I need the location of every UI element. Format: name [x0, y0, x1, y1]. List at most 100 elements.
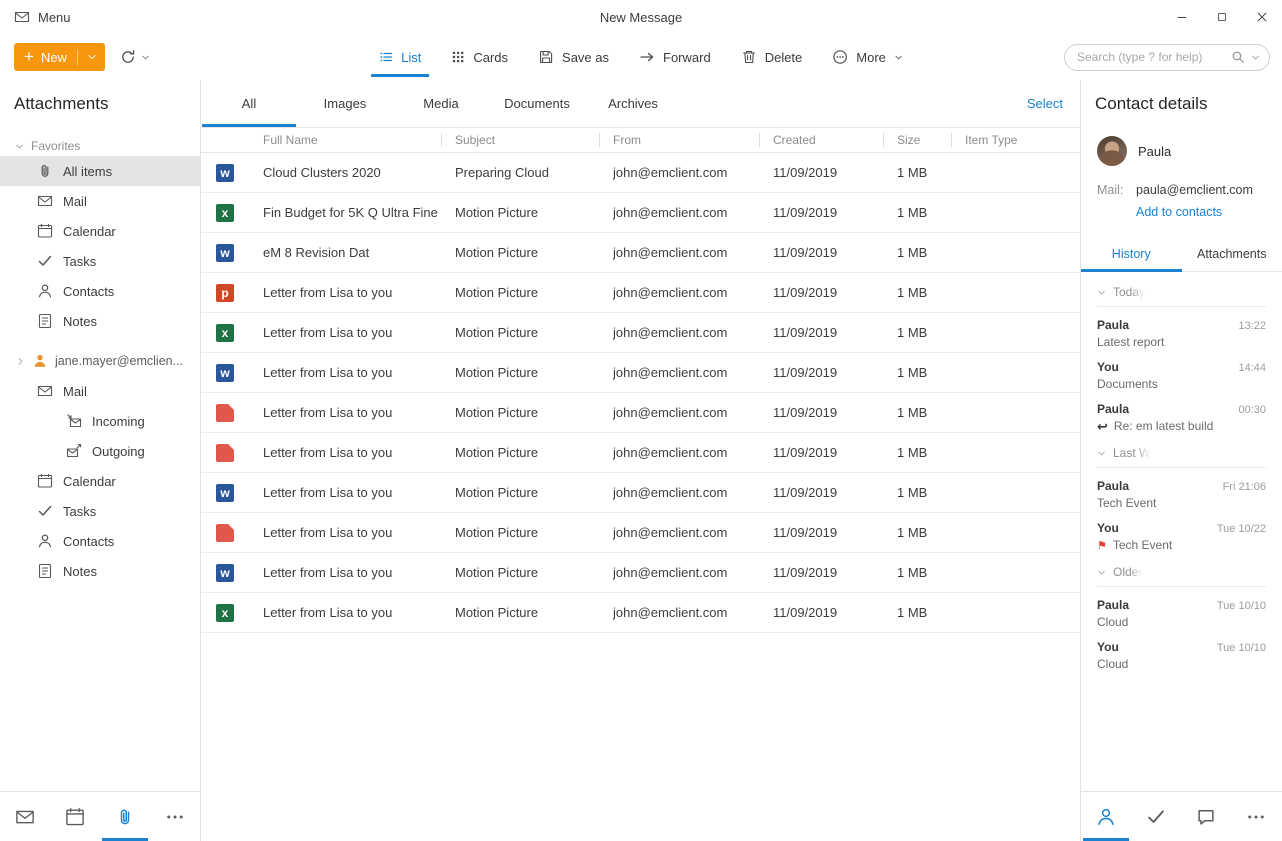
dock-mail-button[interactable]: [0, 792, 50, 841]
search-input[interactable]: [1077, 50, 1225, 64]
history-item[interactable]: YouTue 10/10 Cloud: [1097, 629, 1266, 671]
chat-bubble-icon: [1196, 807, 1216, 827]
toolbar-action-cards[interactable]: Cards: [436, 34, 523, 80]
account-item-contacts[interactable]: Contacts: [0, 526, 200, 556]
tasks-check-icon: [37, 503, 53, 519]
account-avatar-icon: [32, 353, 48, 369]
maximize-button[interactable]: [1202, 0, 1242, 34]
toolbar-action-list[interactable]: List: [364, 34, 436, 80]
list-icon: [379, 50, 393, 64]
tab-history[interactable]: History: [1081, 239, 1182, 271]
history-section-older[interactable]: Older: [1097, 552, 1266, 587]
toolbar-action-delete[interactable]: Delete: [726, 34, 818, 80]
toolbar-action-save-as[interactable]: Save as: [523, 34, 624, 80]
sidebar-item-all-items[interactable]: All items: [0, 156, 200, 186]
history-time: Tue 10/22: [1217, 523, 1266, 535]
minimize-button[interactable]: [1162, 0, 1202, 34]
table-row[interactable]: Letter from Lisa to you Motion Picture j…: [201, 473, 1080, 513]
tab-attachments[interactable]: Attachments: [1182, 239, 1282, 271]
cell-full-name: eM 8 Revision Dat: [249, 245, 441, 260]
table-row[interactable]: Letter from Lisa to you Motion Picture j…: [201, 273, 1080, 313]
chevron-down-icon[interactable]: [87, 52, 97, 62]
menu-button[interactable]: Menu: [14, 9, 71, 25]
table-row[interactable]: eM 8 Revision Dat Motion Picture john@em…: [201, 233, 1080, 273]
dock-tasks-button[interactable]: [1131, 792, 1181, 841]
column-size[interactable]: Size: [883, 128, 951, 152]
history-item[interactable]: Paula13:22 Latest report: [1097, 307, 1266, 349]
sidebar-item-label: Tasks: [63, 504, 96, 519]
right-dock: [1081, 791, 1282, 841]
search-box[interactable]: [1064, 44, 1270, 71]
table-row[interactable]: Letter from Lisa to you Motion Picture j…: [201, 313, 1080, 353]
sidebar-item-calendar[interactable]: Calendar: [0, 216, 200, 246]
filter-tab-media[interactable]: Media: [393, 80, 489, 127]
file-icon-cell: [201, 404, 249, 422]
sidebar-item-notes[interactable]: Notes: [0, 306, 200, 336]
history-list: Today Paula13:22 Latest report You14:44 …: [1081, 272, 1282, 671]
contacts-person-icon: [1096, 807, 1116, 827]
history-section-last-week[interactable]: Last Week: [1097, 433, 1266, 468]
table-row[interactable]: Fin Budget for 5K Q Ultra Fine Motion Pi…: [201, 193, 1080, 233]
file-icon-cell: [201, 604, 249, 622]
dock-attachments-button[interactable]: [100, 792, 150, 841]
add-to-contacts-link[interactable]: Add to contacts: [1136, 205, 1222, 219]
cell-subject: Motion Picture: [441, 205, 599, 220]
dock-contacts-button[interactable]: [1081, 792, 1131, 841]
toolbar-action-forward[interactable]: Forward: [624, 34, 726, 80]
column-created[interactable]: Created: [759, 128, 883, 152]
history-item[interactable]: YouTue 10/22 Tech Event: [1097, 510, 1266, 552]
column-full-name[interactable]: Full Name: [249, 128, 441, 152]
account-item-notes[interactable]: Notes: [0, 556, 200, 586]
account-item-mail[interactable]: Mail: [0, 376, 200, 406]
column-subject[interactable]: Subject: [441, 128, 599, 152]
filter-tab-all[interactable]: All: [201, 80, 297, 127]
account-row[interactable]: jane.mayer@emclien...: [0, 346, 200, 376]
cell-subject: Motion Picture: [441, 325, 599, 340]
new-button[interactable]: + New: [14, 43, 105, 71]
account-item-tasks[interactable]: Tasks: [0, 496, 200, 526]
favorites-header[interactable]: Favorites: [0, 136, 200, 156]
table-row[interactable]: Letter from Lisa to you Motion Picture j…: [201, 553, 1080, 593]
history-item[interactable]: You14:44 Documents: [1097, 349, 1266, 391]
filter-tab-documents[interactable]: Documents: [489, 80, 585, 127]
history-item[interactable]: Paula00:30 Re: em latest build: [1097, 391, 1266, 433]
sidebar-item-tasks[interactable]: Tasks: [0, 246, 200, 276]
cell-from: john@emclient.com: [599, 565, 759, 580]
table-row[interactable]: Letter from Lisa to you Motion Picture j…: [201, 513, 1080, 553]
toolbar-action-more[interactable]: More: [817, 34, 918, 80]
table-row[interactable]: Cloud Clusters 2020 Preparing Cloud john…: [201, 153, 1080, 193]
table-row[interactable]: Letter from Lisa to you Motion Picture j…: [201, 393, 1080, 433]
cell-created: 11/09/2019: [759, 365, 883, 380]
column-from[interactable]: From: [599, 128, 759, 152]
history-item[interactable]: PaulaTue 10/10 Cloud: [1097, 587, 1266, 629]
account-item-outgoing[interactable]: Outgoing: [0, 436, 200, 466]
chevron-down-icon[interactable]: [141, 53, 150, 62]
cell-subject: Motion Picture: [441, 565, 599, 580]
forward-arrow-icon: [639, 49, 655, 65]
cell-size: 1 MB: [883, 245, 951, 260]
table-row[interactable]: Letter from Lisa to you Motion Picture j…: [201, 353, 1080, 393]
refresh-button[interactable]: [120, 49, 150, 65]
sidebar-item-contacts[interactable]: Contacts: [0, 276, 200, 306]
dock-calendar-button[interactable]: [50, 792, 100, 841]
search-icon[interactable]: [1231, 50, 1245, 64]
filter-tab-archives[interactable]: Archives: [585, 80, 681, 127]
history-item[interactable]: PaulaFri 21:06 Tech Event: [1097, 468, 1266, 510]
dock-more-button[interactable]: [150, 792, 200, 841]
account-item-incoming[interactable]: Incoming: [0, 406, 200, 436]
table-row[interactable]: Letter from Lisa to you Motion Picture j…: [201, 593, 1080, 633]
select-link[interactable]: Select: [1027, 96, 1080, 111]
sidebar-item-mail[interactable]: Mail: [0, 186, 200, 216]
history-time: Tue 10/10: [1217, 600, 1266, 612]
notes-icon: [37, 313, 53, 329]
column-item-type[interactable]: Item Type: [951, 128, 1080, 152]
chevron-down-icon[interactable]: [1251, 53, 1260, 62]
dock-more-button[interactable]: [1231, 792, 1281, 841]
toolbar-actions: List Cards Save as Forward Delete More: [364, 34, 918, 80]
table-row[interactable]: Letter from Lisa to you Motion Picture j…: [201, 433, 1080, 473]
account-item-calendar[interactable]: Calendar: [0, 466, 200, 496]
close-button[interactable]: [1242, 0, 1282, 34]
dock-chat-button[interactable]: [1181, 792, 1231, 841]
filter-tab-images[interactable]: Images: [297, 80, 393, 127]
history-section-today[interactable]: Today: [1097, 272, 1266, 307]
